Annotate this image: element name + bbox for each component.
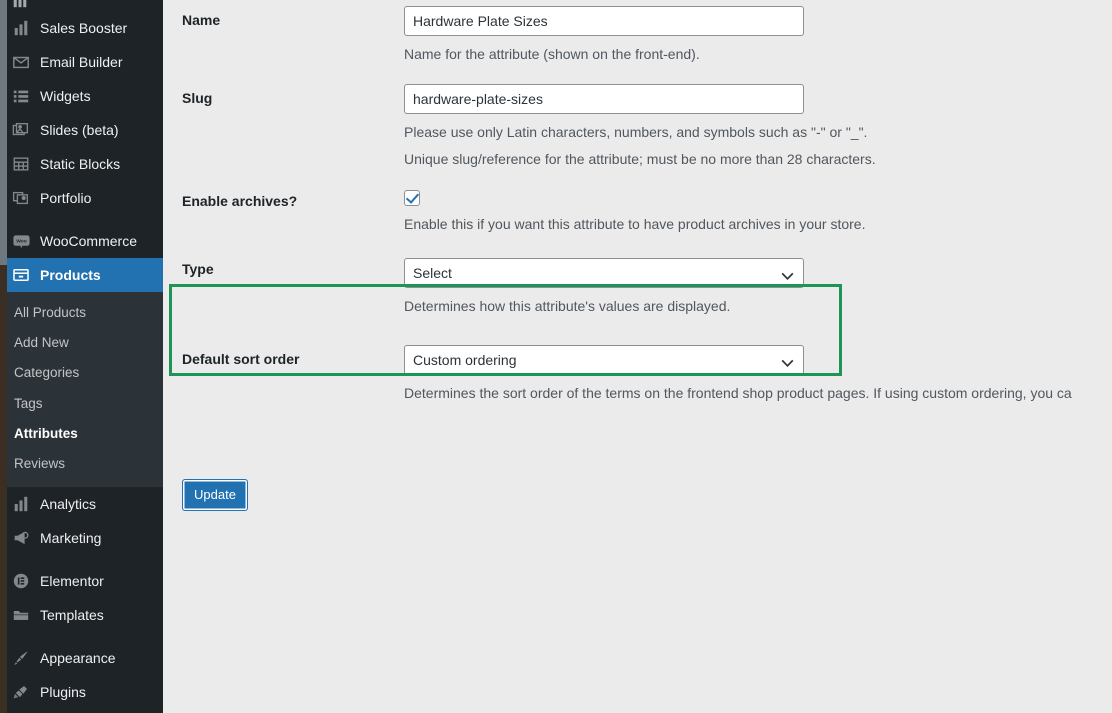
- images-icon: [11, 120, 31, 140]
- sort-order-label: Default sort order: [182, 351, 300, 367]
- sidebar-item-label: Email Builder: [40, 54, 123, 70]
- table-icon: [11, 154, 31, 174]
- plug-icon: [11, 682, 31, 702]
- sidebar-item-portfolio[interactable]: Portfolio: [0, 181, 163, 215]
- megaphone-icon: [11, 528, 31, 548]
- clipped-menu-fragment: [0, 0, 163, 11]
- submit-area: Update: [182, 479, 248, 511]
- sidebar-item-label: Sales Booster: [40, 20, 128, 36]
- menu-separator: [0, 632, 163, 641]
- sidebar-item-plugins[interactable]: Plugins: [0, 675, 163, 709]
- sidebar-item-label: Templates: [40, 607, 104, 624]
- svg-text:Woo: Woo: [16, 238, 27, 244]
- update-button[interactable]: Update: [182, 479, 248, 511]
- woocommerce-icon: Woo: [11, 231, 31, 251]
- scrollbar-thumb[interactable]: [0, 0, 7, 265]
- type-description: Determines how this attribute's values a…: [404, 298, 731, 314]
- page-scrollbar[interactable]: [0, 0, 7, 713]
- sidebar-subitem-all-products[interactable]: All Products: [0, 298, 163, 328]
- sort-order-select[interactable]: Custom ordering: [404, 345, 804, 375]
- row-type: Type Select Determines how this attribut…: [163, 244, 1112, 336]
- bar-chart-icon: [11, 18, 31, 38]
- name-description: Name for the attribute (shown on the fro…: [404, 46, 700, 62]
- products-submenu: All Products Add New Categories Tags Att…: [0, 292, 163, 488]
- form-table: Name Name for the attribute (shown on th…: [163, 0, 1112, 406]
- slug-description-2: Unique slug/reference for the attribute;…: [404, 151, 876, 167]
- sidebar-item-static-blocks[interactable]: Static Blocks: [0, 147, 163, 181]
- sidebar-item-templates[interactable]: Templates: [0, 598, 163, 632]
- menu-separator: [0, 215, 163, 224]
- sidebar-item-label: Static Blocks: [40, 156, 121, 172]
- sidebar-item-analytics[interactable]: Analytics: [0, 487, 163, 521]
- sidebar-item-label: Appearance: [40, 650, 116, 667]
- folder-icon: [11, 605, 31, 625]
- admin-sidebar: Sales Booster Email Builder Widgets Slid…: [0, 0, 171, 713]
- slug-label: Slug: [182, 90, 213, 106]
- sidebar-subitem-categories[interactable]: Categories: [0, 358, 163, 388]
- row-sort-order: Default sort order Custom ordering Deter…: [163, 336, 1112, 406]
- type-select[interactable]: Select: [404, 258, 804, 288]
- bar-chart-icon: [11, 494, 31, 514]
- sidebar-item-label: Marketing: [40, 530, 102, 547]
- sidebar-subitem-attributes[interactable]: Attributes: [0, 419, 163, 449]
- name-label: Name: [182, 12, 221, 28]
- sidebar-item-woocommerce[interactable]: Woo WooCommerce: [0, 224, 163, 258]
- paintbrush-icon: [11, 648, 31, 668]
- elementor-icon: [11, 571, 31, 591]
- enable-archives-description: Enable this if you want this attribute t…: [404, 216, 866, 232]
- attribute-edit-form: Name Name for the attribute (shown on th…: [163, 0, 1112, 713]
- sidebar-item-label: Slides (beta): [40, 122, 119, 138]
- sidebar-item-sales-booster[interactable]: Sales Booster: [0, 11, 163, 45]
- wordpress-admin-screen: Sales Booster Email Builder Widgets Slid…: [0, 0, 1112, 713]
- sidebar-item-label: Portfolio: [40, 190, 92, 206]
- sidebar-item-slides-beta[interactable]: Slides (beta): [0, 113, 163, 147]
- name-input[interactable]: [404, 6, 804, 36]
- row-slug: Slug Please use only Latin characters, n…: [163, 78, 1112, 181]
- envelope-icon: [11, 52, 31, 72]
- sidebar-item-email-builder[interactable]: Email Builder: [0, 45, 163, 79]
- widgets-icon: [11, 86, 31, 106]
- row-name: Name Name for the attribute (shown on th…: [163, 0, 1112, 78]
- menu-separator: [0, 555, 163, 564]
- products-icon: [11, 265, 31, 285]
- sidebar-item-appearance[interactable]: Appearance: [0, 641, 163, 675]
- sidebar-subitem-reviews[interactable]: Reviews: [0, 449, 163, 479]
- sidebar-subitem-add-new[interactable]: Add New: [0, 328, 163, 358]
- sidebar-item-widgets[interactable]: Widgets: [0, 79, 163, 113]
- sidebar-item-marketing[interactable]: Marketing: [0, 521, 163, 555]
- bar-chart-icon: [11, 0, 29, 11]
- sidebar-item-label: Widgets: [40, 88, 91, 104]
- sort-order-description: Determines the sort order of the terms o…: [404, 385, 1072, 401]
- enable-archives-label: Enable archives?: [182, 193, 298, 209]
- portfolio-icon: [11, 188, 31, 208]
- type-label: Type: [182, 261, 214, 277]
- sidebar-item-label: Plugins: [40, 684, 86, 701]
- row-enable-archives: Enable archives? Enable this if you want…: [163, 181, 1112, 244]
- sidebar-item-label: Elementor: [40, 573, 104, 590]
- slug-input[interactable]: [404, 84, 804, 114]
- sidebar-item-label: Products: [40, 267, 101, 283]
- sidebar-item-products[interactable]: Products: [0, 258, 171, 292]
- sidebar-item-label: WooCommerce: [40, 233, 137, 249]
- slug-description-1: Please use only Latin characters, number…: [404, 124, 868, 140]
- enable-archives-checkbox[interactable]: [404, 190, 420, 206]
- sidebar-subitem-tags[interactable]: Tags: [0, 389, 163, 419]
- sidebar-item-label: Analytics: [40, 496, 97, 513]
- sidebar-item-elementor[interactable]: Elementor: [0, 564, 163, 598]
